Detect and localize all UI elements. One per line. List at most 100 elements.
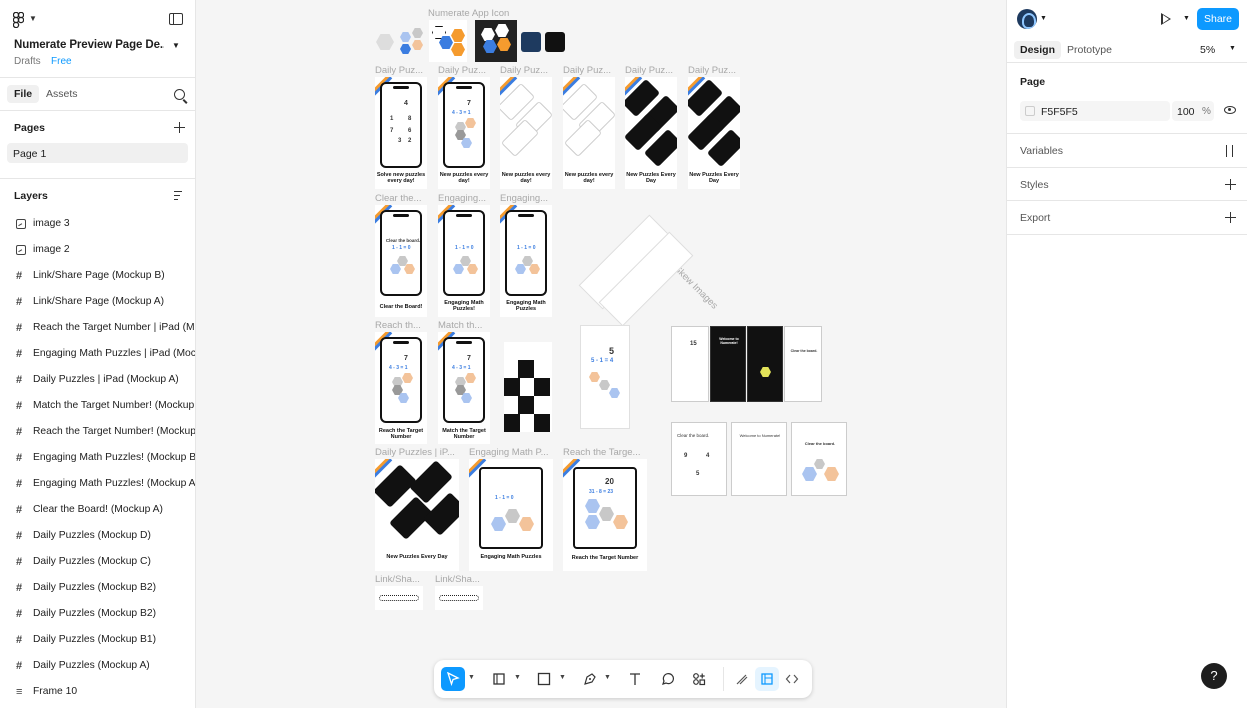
screenshot[interactable]: 15 [671, 326, 709, 402]
mockup-daily-puzzles-b2[interactable]: New puzzles every day! [563, 77, 615, 189]
mockup-daily-puzzles-d[interactable]: New Puzzles Every Day [688, 77, 740, 189]
layer-item[interactable]: # Match the Target Number! (Mockup A [0, 393, 195, 419]
app-icon-variant-dark[interactable] [545, 32, 565, 52]
file-menu-chevron-icon[interactable]: ▼ [172, 41, 180, 50]
layer-item[interactable]: ≡ Frame 10 [0, 679, 195, 705]
zoom-level[interactable]: 5% [1200, 44, 1215, 56]
frame-label[interactable]: Engaging... [438, 193, 488, 204]
mockup-engaging-puzzles-a[interactable]: 1 - 1 = 0 Engaging Math Puzzles! [438, 205, 490, 317]
layer-item[interactable]: # Link/Share Page (Mockup B) [0, 263, 195, 289]
screenshot[interactable]: Welcome to Numerate! [731, 422, 787, 496]
page-color-field[interactable]: F5F5F5 [1020, 101, 1170, 121]
app-icon-variant[interactable] [399, 28, 425, 56]
image-checker[interactable] [504, 342, 552, 432]
frame-tool-button[interactable] [487, 667, 511, 691]
layer-item[interactable]: image 3 [0, 211, 195, 237]
app-icon-variant[interactable] [376, 34, 394, 50]
screenshot[interactable]: Clear the board. [791, 422, 847, 496]
add-page-icon[interactable] [174, 122, 185, 133]
plan-badge[interactable]: Free [51, 56, 72, 67]
frame-label[interactable]: Reach th... [375, 320, 425, 331]
layer-item[interactable]: # Reach the Target Number | iPad (Moc [0, 315, 195, 341]
layer-item[interactable]: # Daily Puzzles (Mockup A) [0, 653, 195, 679]
layer-item[interactable]: # Link/Share Page (Mockup A) [0, 289, 195, 315]
add-export-icon[interactable] [1225, 212, 1236, 223]
layer-item[interactable]: # Engaging Math Puzzles! (Mockup B) [0, 445, 195, 471]
actions-tool-button[interactable] [687, 667, 711, 691]
frame-label[interactable]: Numerate App Icon [428, 8, 509, 19]
layer-item[interactable]: # Daily Puzzles (Mockup D) [0, 523, 195, 549]
chevron-down-icon[interactable]: ▼ [1040, 15, 1047, 22]
present-play-icon[interactable] [1161, 13, 1171, 25]
mockup-ipad-engaging[interactable]: 1 - 1 = 0 Engaging Math Puzzles [469, 459, 553, 571]
tab-design[interactable]: Design [1014, 41, 1062, 59]
layer-item[interactable]: # Engaging Math Puzzles! (Mockup A) [0, 471, 195, 497]
canvas[interactable]: Numerate App Icon Daily Puz... Daily Puz… [196, 0, 1006, 708]
mockup-engaging-puzzles-b[interactable]: 1 - 1 = 0 Engaging Math Puzzles [500, 205, 552, 317]
mockup-reach-target[interactable]: 7 4 - 3 = 1 Reach the Target Number [375, 332, 427, 444]
layer-item[interactable]: # Daily Puzzles (Mockup C) [0, 549, 195, 575]
mockup-screen-5[interactable]: 5 5 - 1 = 4 [580, 325, 630, 429]
pen-tool-button[interactable] [578, 667, 602, 691]
draw-mode-button[interactable] [730, 667, 754, 691]
layers-options-icon[interactable] [174, 190, 185, 201]
chevron-down-icon[interactable]: ▼ [559, 674, 566, 681]
main-menu-chevron-icon[interactable]: ▼ [29, 14, 37, 23]
mockup-link-share-a[interactable] [375, 586, 423, 610]
frame-label[interactable]: Daily Puz... [625, 65, 675, 76]
page-item[interactable]: Page 1 [7, 143, 188, 163]
mockup-daily-puzzles-b1[interactable]: 7 4 - 3 = 1 New puzzles every day! [438, 77, 490, 189]
frame-label[interactable]: Daily Puz... [688, 65, 738, 76]
screenshot[interactable]: Clear the board. 945 [671, 422, 727, 496]
frame-label[interactable]: Engaging... [500, 193, 550, 204]
layer-item[interactable]: # Clear the Board! (Mockup A) [0, 497, 195, 523]
screenshot-dark[interactable] [747, 326, 783, 402]
add-style-icon[interactable] [1225, 179, 1236, 190]
chevron-down-icon[interactable]: ▼ [514, 674, 521, 681]
comment-tool-button[interactable] [655, 667, 679, 691]
layer-item[interactable]: image 2 [0, 237, 195, 263]
frame-label[interactable]: Clear the... [375, 193, 425, 204]
screenshot-dark[interactable]: Welcome to Numerate! [710, 326, 746, 402]
tab-assets[interactable]: Assets [46, 88, 78, 100]
mockup-link-share-b[interactable] [435, 586, 483, 610]
app-icon-variant-dark[interactable] [475, 20, 517, 62]
mockup-clear-the-board[interactable]: Clear the board. 1 - 1 = 0 Clear the Boa… [375, 205, 427, 317]
frame-label[interactable]: Link/Sha... [435, 574, 483, 585]
frame-label[interactable]: Daily Puz... [500, 65, 550, 76]
frame-label[interactable]: Engaging Math P... [469, 447, 553, 458]
figma-logo-icon[interactable] [13, 12, 24, 28]
mockup-ipad-reach[interactable]: 20 31 - 8 = 23 Reach the Target Number [563, 459, 647, 571]
chevron-down-icon[interactable]: ▼ [1229, 45, 1236, 52]
frame-label[interactable]: Daily Puz... [375, 65, 425, 76]
app-icon-variant-dark[interactable] [521, 32, 541, 52]
layer-item[interactable]: # Engaging Math Puzzles | iPad (Mocku [0, 341, 195, 367]
color-swatch[interactable] [1025, 106, 1035, 116]
variables-title[interactable]: Variables [1020, 145, 1063, 157]
layer-item[interactable]: # Daily Puzzles (Mockup B2) [0, 601, 195, 627]
mockup-ipad-daily[interactable]: New Puzzles Every Day [375, 459, 459, 571]
dev-mode-button[interactable] [780, 667, 804, 691]
tab-file[interactable]: File [7, 85, 40, 103]
search-icon[interactable] [174, 89, 185, 100]
help-button[interactable]: ? [1201, 663, 1227, 689]
tab-prototype[interactable]: Prototype [1067, 44, 1112, 56]
share-button[interactable]: Share [1197, 8, 1239, 30]
mockup-match-target[interactable]: 7 4 - 3 = 1 Match the Target Number [438, 332, 490, 444]
frame-label[interactable]: Daily Puzzles | iP... [375, 447, 459, 458]
toggle-sidebar-icon[interactable] [169, 13, 183, 25]
avatar[interactable] [1017, 9, 1037, 29]
mockup-daily-puzzles-a[interactable]: 4 18 76 32 Solve new puzzles every day! [375, 77, 427, 189]
layer-item[interactable]: # Daily Puzzles (Mockup B1) [0, 627, 195, 653]
frame-label[interactable]: Match th... [438, 320, 488, 331]
text-tool-button[interactable] [623, 667, 647, 691]
layer-item[interactable]: # Reach the Target Number! (Mockup A [0, 419, 195, 445]
layer-item[interactable]: # Daily Puzzles | iPad (Mockup A) [0, 367, 195, 393]
layer-item[interactable]: # Daily Puzzles (Mockup B2) [0, 575, 195, 601]
mockup-daily-puzzles-c[interactable]: New Puzzles Every Day [625, 77, 677, 189]
frame-label[interactable]: Daily Puz... [438, 65, 488, 76]
frame-label[interactable]: Daily Puz... [563, 65, 613, 76]
mockup-daily-puzzles-b2[interactable]: New puzzles every day! [500, 77, 552, 189]
screenshot[interactable]: Clear the board. [784, 326, 822, 402]
chevron-down-icon[interactable]: ▼ [1183, 15, 1190, 22]
